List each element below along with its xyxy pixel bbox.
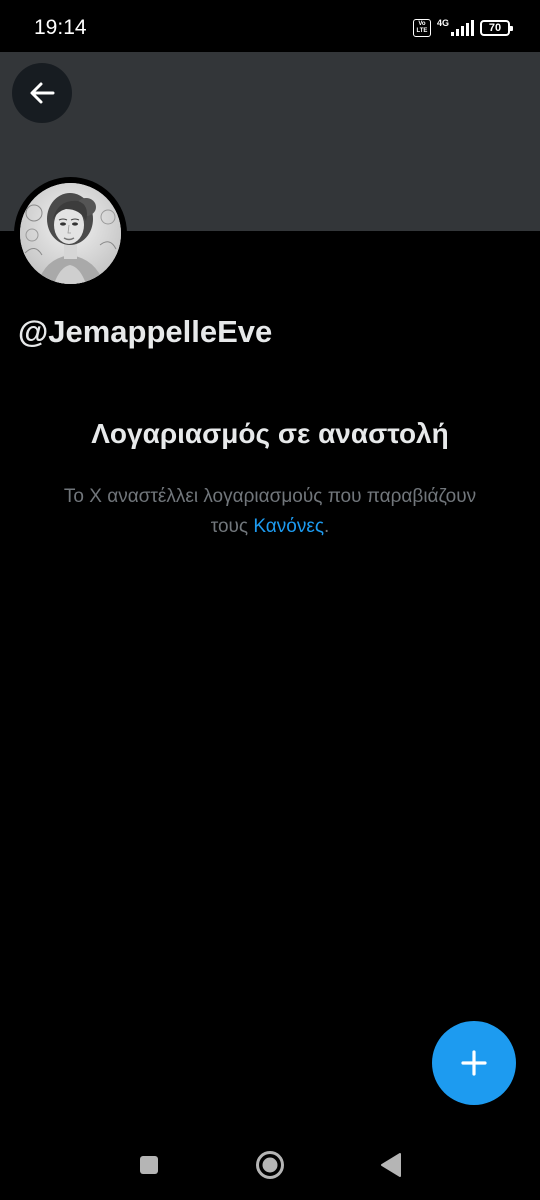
home-button[interactable]	[255, 1150, 285, 1180]
recents-button[interactable]	[139, 1155, 159, 1175]
square-icon	[140, 1156, 158, 1174]
suspended-description: Το X αναστέλλει λογαριασμούς που παραβιά…	[60, 482, 480, 542]
status-bar: 19:14 Vo LTE 4G 70	[0, 0, 540, 52]
description-period: .	[323, 516, 330, 537]
triangle-icon	[381, 1153, 401, 1177]
profile-handle: @JemappelleEve	[18, 314, 273, 349]
battery-icon: 70	[480, 20, 513, 36]
signal-strength-icon	[451, 20, 474, 36]
avatar[interactable]	[20, 183, 121, 284]
volte-icon: Vo LTE	[412, 19, 431, 37]
suspended-title: Λογαριασμός σε αναστολή	[91, 418, 449, 449]
status-time: 19:14	[34, 16, 87, 39]
system-back-button[interactable]	[380, 1152, 402, 1178]
status-icons: Vo LTE 4G 70	[412, 18, 513, 38]
avatar-portrait-image	[20, 183, 121, 284]
circle-icon	[256, 1151, 284, 1179]
back-button[interactable]	[12, 63, 72, 123]
battery-level: 70	[488, 22, 502, 34]
plus-icon	[461, 1050, 487, 1076]
compose-button[interactable]	[432, 1021, 516, 1105]
network-type-label: 4G	[436, 18, 449, 28]
arrow-left-icon	[30, 82, 55, 104]
rules-link[interactable]: Κανόνες	[253, 516, 324, 537]
